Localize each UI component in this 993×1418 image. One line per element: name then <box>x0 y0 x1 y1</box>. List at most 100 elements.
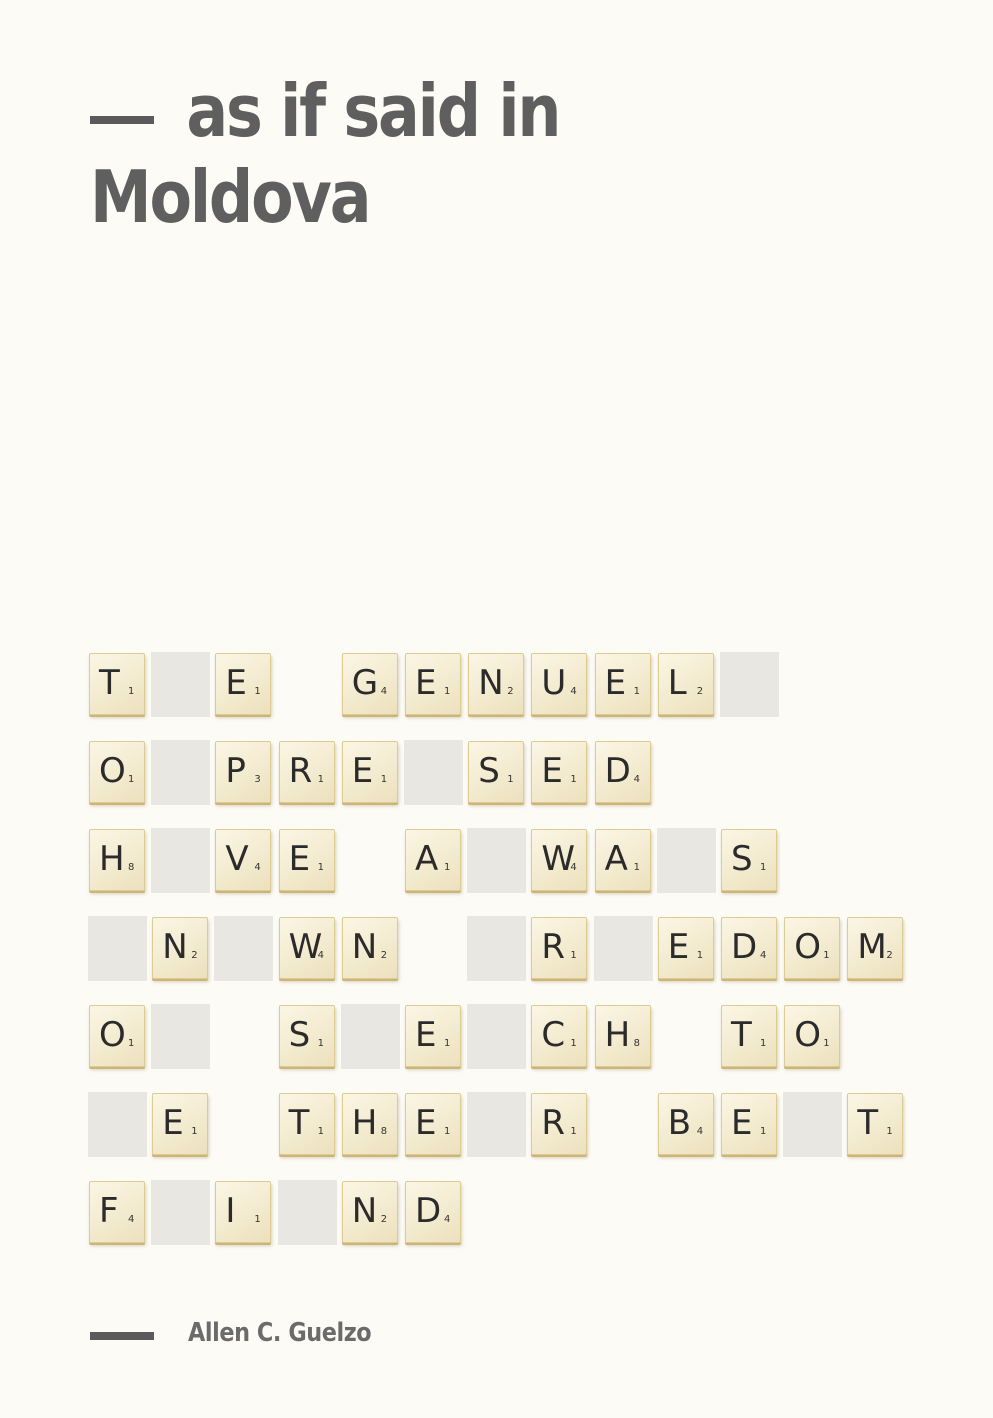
letter-tile: H8 <box>89 829 145 891</box>
tile-points: 1 <box>317 774 324 785</box>
tile-letter: E <box>288 839 311 879</box>
tile-points: 1 <box>760 1038 767 1049</box>
tile-points: 3 <box>254 774 261 785</box>
letter-tile: S1 <box>468 741 525 803</box>
tile-letter: I <box>225 1191 236 1231</box>
tile-points: 1 <box>128 1038 135 1049</box>
letter-tile: T1 <box>278 1093 335 1155</box>
tile-letter: T <box>288 1103 310 1143</box>
letter-tile: E1 <box>405 1093 461 1155</box>
letter-tile: A1 <box>594 829 651 891</box>
letter-tile: E1 <box>594 653 651 715</box>
blank-square <box>656 828 716 893</box>
tile-letter: H <box>99 839 125 879</box>
tile-letter: E <box>415 1103 437 1143</box>
tile-points: 4 <box>254 862 261 873</box>
tile-letter: E <box>415 1015 437 1055</box>
tile-letter: D <box>415 1191 442 1231</box>
tile-points: 1 <box>760 1126 767 1137</box>
tile-points: 1 <box>191 1126 198 1137</box>
tile-points: 1 <box>444 862 451 873</box>
letter-tile: R1 <box>531 917 588 979</box>
letter-tile: U4 <box>531 653 588 715</box>
blank-square <box>467 1004 527 1069</box>
tile-points: 8 <box>633 1038 640 1049</box>
blank-square <box>88 916 147 981</box>
letter-tile: V4 <box>215 829 272 891</box>
blank-square <box>151 740 211 805</box>
tile-points: 1 <box>444 686 451 697</box>
letter-tile: R1 <box>278 741 335 803</box>
tile-letter: U <box>541 663 567 703</box>
tile-letter: E <box>731 1103 753 1143</box>
letter-tile: F4 <box>89 1181 145 1243</box>
letter-tile: W4 <box>531 829 588 891</box>
tile-points: 1 <box>507 774 514 785</box>
letter-tile: A1 <box>405 829 461 891</box>
tile-letter: E <box>604 663 627 703</box>
tile-points: 1 <box>696 950 704 961</box>
letter-tile: H8 <box>594 1005 651 1067</box>
tile-points: 1 <box>886 1126 893 1137</box>
tile-points: 1 <box>633 686 640 697</box>
blank-square <box>151 652 211 717</box>
tile-letter: G <box>351 663 379 703</box>
letter-tile: S1 <box>721 829 777 891</box>
tile-letter: E <box>415 663 437 703</box>
tile-points: 4 <box>380 686 388 697</box>
title-line-1: as if said in <box>186 69 561 153</box>
author-dash <box>90 1332 154 1340</box>
tile-letter: R <box>288 751 313 791</box>
tile-letter: N <box>162 927 188 967</box>
tile-letter: E <box>225 663 247 703</box>
tile-points: 1 <box>823 950 830 961</box>
letter-tile: I1 <box>215 1181 272 1243</box>
tile-letter: O <box>794 927 821 967</box>
tile-points: 4 <box>128 1214 135 1225</box>
title-line-2: Moldova <box>90 155 372 239</box>
letter-tile: T1 <box>721 1005 777 1067</box>
letter-tile: E1 <box>721 1093 777 1155</box>
tile-letter: T <box>99 663 120 703</box>
letter-tile: O1 <box>784 917 841 979</box>
tile-points: 1 <box>317 1038 324 1049</box>
tile-letter: R <box>541 927 566 967</box>
letter-tile: S1 <box>278 1005 335 1067</box>
tile-points: 1 <box>380 774 388 785</box>
letter-tile: M2 <box>847 917 904 979</box>
tile-points: 1 <box>444 1038 451 1049</box>
letter-tile: N2 <box>468 653 525 715</box>
letter-tile: T1 <box>89 653 145 715</box>
letter-tile: D4 <box>594 741 651 803</box>
tile-letter: D <box>604 751 631 791</box>
letter-tile: B4 <box>657 1093 714 1155</box>
blank-square <box>404 740 463 805</box>
letter-tile: C1 <box>531 1005 588 1067</box>
letter-tile: E1 <box>405 1005 461 1067</box>
blank-square <box>151 828 211 893</box>
tile-points: 1 <box>444 1126 451 1137</box>
letter-tile: E1 <box>405 653 461 715</box>
tile-points: 2 <box>380 950 388 961</box>
tile-points: 1 <box>317 1126 324 1137</box>
tile-letter: E <box>667 927 690 967</box>
tile-letter: H <box>604 1015 631 1055</box>
tile-letter: O <box>99 751 126 791</box>
page-title: as if said in Moldova <box>90 68 692 240</box>
letter-tile: L2 <box>657 653 714 715</box>
tile-points: 1 <box>254 686 261 697</box>
tile-points: 4 <box>317 950 324 961</box>
blank-square <box>88 1092 147 1157</box>
tile-points: 2 <box>191 950 198 961</box>
tile-letter: C <box>541 1015 566 1055</box>
letter-tile: O1 <box>89 1005 145 1067</box>
tile-letter: O <box>99 1015 126 1055</box>
tile-letter: S <box>478 751 500 791</box>
letter-tile: O1 <box>784 1005 841 1067</box>
letter-tile: R1 <box>531 1093 588 1155</box>
letter-tile: E1 <box>657 917 714 979</box>
tile-points: 4 <box>444 1214 451 1225</box>
letter-tile: E1 <box>531 741 588 803</box>
tile-points: 1 <box>254 1214 261 1225</box>
tile-points: 8 <box>380 1126 388 1137</box>
